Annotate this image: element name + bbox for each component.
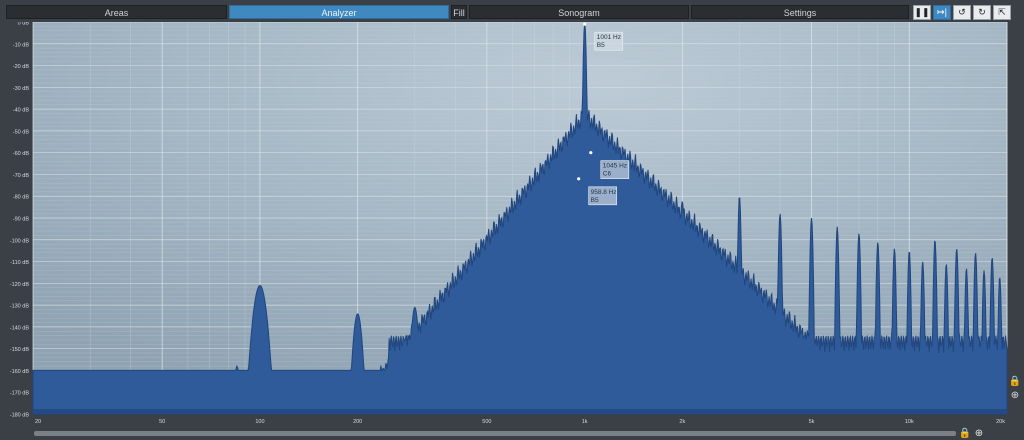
freeze-button[interactable]: ↦| [933,5,951,20]
top-toolbar: Areas Analyzer Fill Sonogram Settings ❚❚… [0,0,1024,22]
peak-frequency-label: 1001 Hz [597,34,621,41]
peak-marker[interactable] [583,22,587,26]
peak-frequency-label: 1045 Hz [603,163,627,170]
bottom-lock-button[interactable]: 🔒 [958,428,972,440]
x-tick-label: 20 [35,419,41,425]
y-tick-label: -180 dB [10,413,30,419]
pause-button[interactable]: ❚❚ [913,5,931,20]
y-tick-label: -170 dB [10,391,30,397]
tab-sonogram[interactable]: Sonogram [469,5,689,19]
zoom-icon: ⊕ [1010,390,1020,401]
y-tick-label: -50 dB [13,129,30,135]
peak-note-label: C6 [603,171,612,178]
y-tick-label: -90 dB [13,217,30,223]
horizontal-scrollbar[interactable] [34,431,956,436]
y-tick-label: -160 dB [10,369,30,375]
tab-fill[interactable]: Fill [451,5,467,19]
x-tick-label: 500 [482,419,491,425]
x-tick-label: 2k [679,419,685,425]
y-tick-label: -100 dB [10,238,30,244]
redo-icon: ↻ [978,7,986,17]
x-tick-label: 100 [255,419,264,425]
peak-note-label: B5 [591,197,599,204]
export-icon: ⇱ [998,7,1006,17]
redo-button[interactable]: ↻ [973,5,991,20]
x-tick-label: 50 [159,419,165,425]
freeze-icon: ↦| [937,7,947,17]
undo-icon: ↺ [958,7,966,17]
x-tick-label: 20k [996,419,1005,425]
y-tick-label: -10 dB [13,42,30,48]
bottom-zoom-button[interactable]: ⊕ [972,428,986,440]
undo-button[interactable]: ↺ [953,5,971,20]
y-tick-label: -30 dB [13,86,30,92]
x-tick-label: 1k [582,419,588,425]
zoom-button[interactable]: ⊕ [1008,390,1022,402]
y-tick-label: -130 dB [10,304,30,310]
peak-marker[interactable] [589,151,593,155]
y-tick-label: -120 dB [10,282,30,288]
y-tick-label: -110 dB [10,260,29,266]
spectrum-plot: 0 dB -10 dB -20 dB -30 dB -40 dB -50 dB -60 dB… [0,22,1024,428]
zoom-icon: ⊕ [974,428,984,439]
peak-frequency-label: 958.8 Hz [591,189,617,196]
x-tick-label: 200 [353,419,362,425]
lock-button[interactable]: 🔒 [1008,376,1022,388]
y-tick-label: -140 dB [10,325,30,331]
pause-icon: ❚❚ [914,7,930,17]
x-tick-label: 10k [905,419,914,425]
tab-areas[interactable]: Areas [6,5,227,19]
tab-settings[interactable]: Settings [691,5,909,19]
peak-note-label: B5 [597,42,605,49]
level-strip [33,409,1007,414]
y-tick-label: -20 dB [13,64,30,70]
export-button[interactable]: ⇱ [993,5,1011,20]
y-tick-label: -80 dB [13,195,30,201]
y-tick-label: 0 dB [18,22,30,27]
y-tick-label: -60 dB [13,151,30,157]
tab-analyzer[interactable]: Analyzer [229,5,449,19]
lock-icon: 🔒 [958,428,972,439]
y-tick-label: -150 dB [10,347,30,353]
y-tick-label: -40 dB [13,108,30,114]
peak-marker[interactable] [577,177,581,181]
x-tick-label: 5k [809,419,815,425]
y-tick-label: -70 dB [13,173,30,179]
lock-icon: 🔒 [1008,376,1022,387]
